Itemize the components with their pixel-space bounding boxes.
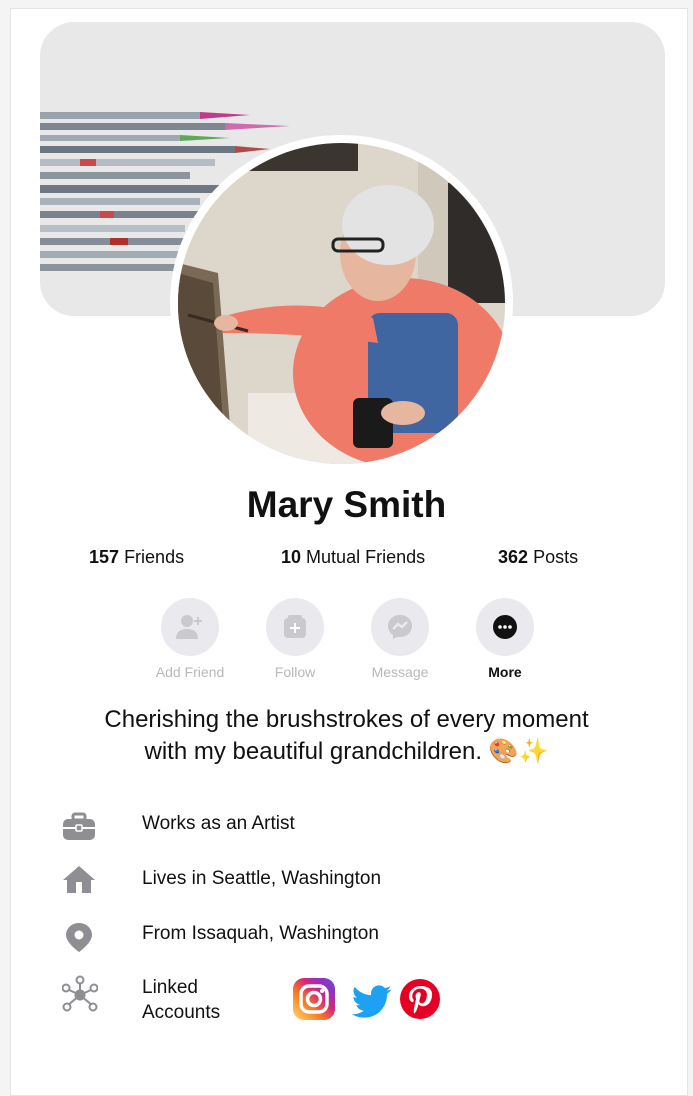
- posts-count-value: 362: [498, 547, 529, 567]
- work-info: Works as an Artist: [142, 813, 295, 834]
- bio-line-1: Cherishing the brushstrokes of every mom…: [104, 706, 589, 733]
- add-friend-icon: [176, 615, 202, 639]
- location-pin-icon: [66, 923, 92, 952]
- pinterest-icon[interactable]: [400, 979, 440, 1019]
- follow-label: Follow: [274, 664, 316, 680]
- profile-avatar[interactable]: [178, 143, 505, 464]
- posts-count[interactable]: 362 Posts: [498, 547, 578, 568]
- network-icon: [62, 975, 98, 1012]
- mutual-friends-label: Mutual Friends: [306, 547, 426, 567]
- instagram-icon[interactable]: [293, 978, 335, 1020]
- friends-count-value: 157: [89, 547, 120, 567]
- messenger-icon: [388, 615, 412, 639]
- follow-icon: [284, 615, 306, 638]
- linked-accounts-label: Linked Accounts: [142, 975, 220, 1025]
- more-label: More: [488, 664, 522, 680]
- add-friend-label: Add Friend: [155, 664, 225, 680]
- linked-accounts-line-1: Linked: [142, 977, 198, 998]
- profile-bio: Cherishing the brushstrokes of every mom…: [40, 704, 653, 768]
- message-button[interactable]: Message: [360, 598, 440, 680]
- current-city-info: Lives in Seattle, Washington: [142, 868, 382, 889]
- linked-accounts-line-2: Accounts: [142, 1002, 221, 1023]
- painter-portrait-image: [178, 143, 505, 464]
- briefcase-icon: [63, 812, 95, 840]
- twitter-icon[interactable]: [352, 985, 392, 1019]
- friends-count-label: Friends: [124, 547, 185, 567]
- add-friend-button[interactable]: Add Friend: [150, 598, 230, 680]
- more-button[interactable]: More: [465, 598, 545, 680]
- mutual-friends-value: 10: [281, 547, 302, 567]
- profile-name: Mary Smith: [246, 484, 447, 525]
- follow-button[interactable]: Follow: [255, 598, 335, 680]
- hometown-info: From Issaquah, Washington: [142, 923, 379, 944]
- bio-line-2: with my beautiful grandchildren. 🎨✨: [144, 738, 549, 765]
- message-label: Message: [371, 664, 429, 680]
- home-icon: [63, 866, 95, 893]
- posts-count-label: Posts: [533, 547, 579, 567]
- more-icon: [493, 615, 517, 639]
- friends-count[interactable]: 157 Friends: [89, 547, 184, 568]
- mutual-friends-count[interactable]: 10 Mutual Friends: [281, 547, 425, 568]
